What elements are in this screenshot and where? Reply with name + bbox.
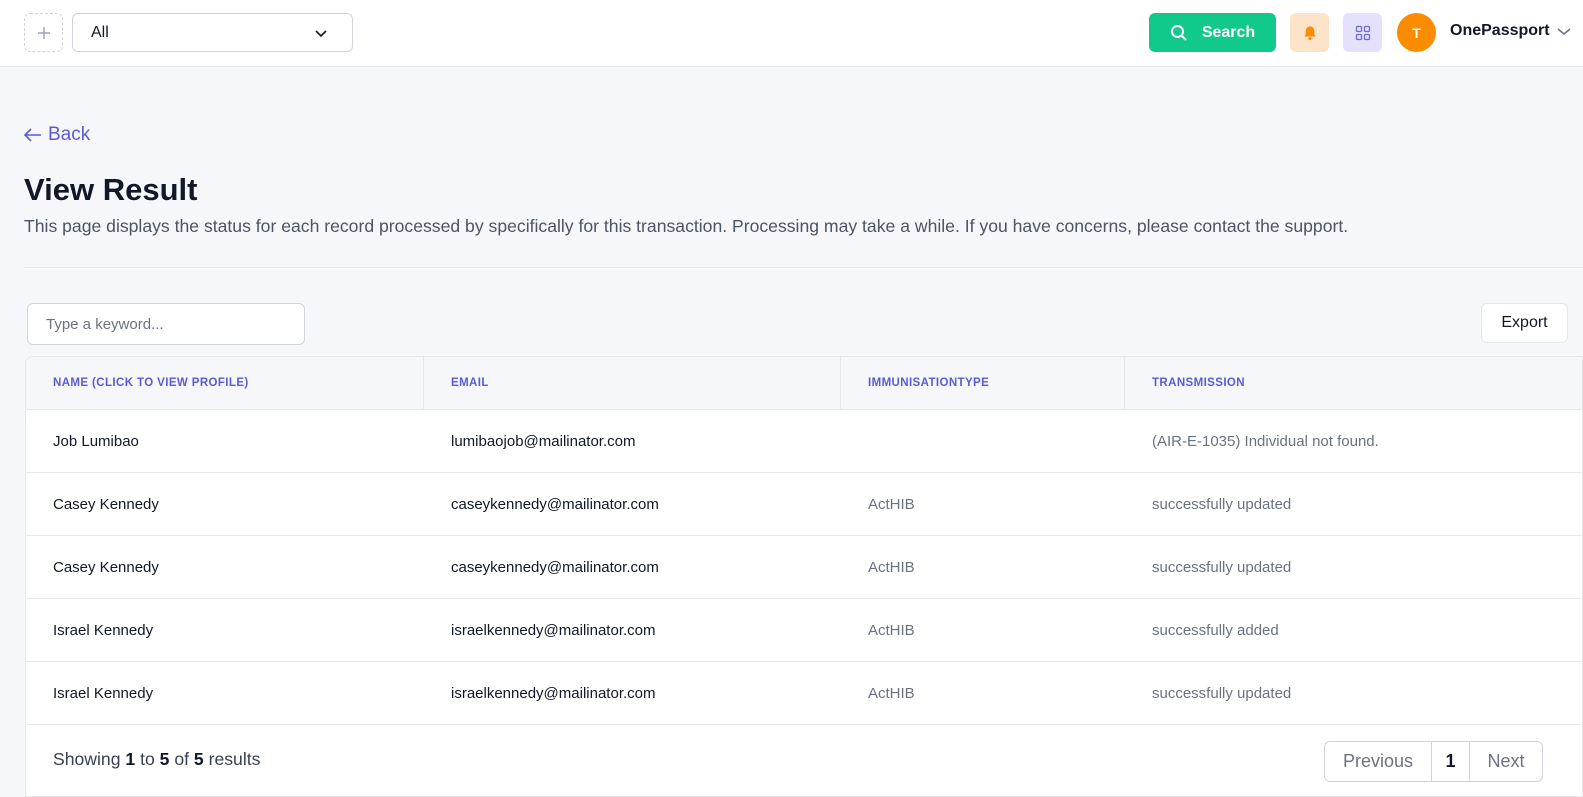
cell-email: israelkennedy@mailinator.com [451,622,656,639]
table-row: Israel Kennedy israelkennedy@mailinator.… [26,599,1582,662]
top-bar: All Search T OnePassport [0,0,1583,67]
column-header-transmission[interactable]: TRANSMISSION [1125,357,1583,409]
cell-name[interactable]: Casey Kennedy [26,473,159,536]
scope-select-value: All [91,23,109,41]
table-header: NAME (CLICK TO VIEW PROFILE) EMAIL IMMUN… [26,357,1582,410]
cell-transmission: (AIR-E-1035) Individual not found. [1152,433,1379,450]
divider [24,267,1583,268]
showing-total: 5 [193,749,204,769]
cell-transmission: successfully updated [1152,559,1292,576]
table-row: Casey Kennedy caseykennedy@mailinator.co… [26,536,1582,599]
keyword-search-input[interactable] [27,303,305,345]
cell-immunisation-type: ActHIB [868,622,915,639]
cell-email: israelkennedy@mailinator.com [451,685,656,702]
next-page-button[interactable]: Next [1470,742,1542,781]
page-description: This page displays the status for each r… [24,216,1349,236]
results-summary: Showing 1 to 5 of 5 results [53,749,260,770]
showing-to: 5 [159,749,170,769]
arrow-left-icon [24,128,41,142]
showing-results-word: results [208,749,261,769]
grid-icon [1355,25,1370,40]
cell-name[interactable]: Casey Kennedy [26,536,159,599]
table-row: Casey Kennedy caseykennedy@mailinator.co… [26,473,1582,536]
search-button-label: Search [1201,23,1256,41]
export-button-label: Export [1501,314,1548,331]
cell-immunisation-type: ActHIB [868,559,915,576]
cell-immunisation-type [841,410,868,473]
user-avatar[interactable]: T [1397,13,1436,52]
scope-select[interactable]: All [72,13,353,52]
page-number-button[interactable]: 1 [1432,742,1470,781]
search-button[interactable]: Search [1149,13,1276,52]
back-link[interactable]: Back [24,124,90,146]
cell-name[interactable]: Israel Kennedy [26,599,153,662]
user-name[interactable]: OnePassport [1450,22,1550,40]
showing-to-word: to [140,749,155,769]
page-title: View Result [24,172,198,207]
results-table: NAME (CLICK TO VIEW PROFILE) EMAIL IMMUN… [25,356,1583,797]
cell-name[interactable]: Israel Kennedy [26,662,153,725]
showing-of-word: of [174,749,190,769]
notifications-button[interactable] [1290,13,1329,52]
showing-prefix: Showing [53,749,121,769]
plus-icon [37,26,50,39]
search-icon [1170,24,1187,41]
bell-icon [1303,26,1316,40]
cell-email: caseykennedy@mailinator.com [451,559,659,576]
table-row: Israel Kennedy israelkennedy@mailinator.… [26,662,1582,725]
cell-transmission: successfully updated [1152,496,1292,513]
chevron-down-icon [315,30,327,38]
avatar-initial: T [1412,24,1421,41]
cell-transmission: successfully updated [1152,685,1292,702]
column-header-email[interactable]: EMAIL [424,357,841,409]
column-header-immunisation-type[interactable]: IMMUNISATIONTYPE [841,357,1125,409]
cell-email: caseykennedy@mailinator.com [451,496,659,513]
cell-email: lumibaojob@mailinator.com [451,433,636,450]
export-button[interactable]: Export [1481,303,1568,343]
back-link-label: Back [48,124,91,145]
pagination: Previous 1 Next [1324,741,1543,782]
cell-immunisation-type: ActHIB [868,496,915,513]
add-button[interactable] [24,13,63,52]
cell-immunisation-type: ActHIB [868,685,915,702]
apps-grid-button[interactable] [1343,13,1382,52]
previous-page-button[interactable]: Previous [1325,742,1432,781]
showing-from: 1 [125,749,136,769]
user-menu-chevron-icon[interactable] [1557,27,1571,37]
cell-transmission: successfully added [1152,622,1279,639]
cell-name[interactable]: Job Lumibao [26,410,139,473]
table-row: Job Lumibao lumibaojob@mailinator.com (A… [26,410,1582,473]
column-header-name[interactable]: NAME (CLICK TO VIEW PROFILE) [26,357,424,409]
